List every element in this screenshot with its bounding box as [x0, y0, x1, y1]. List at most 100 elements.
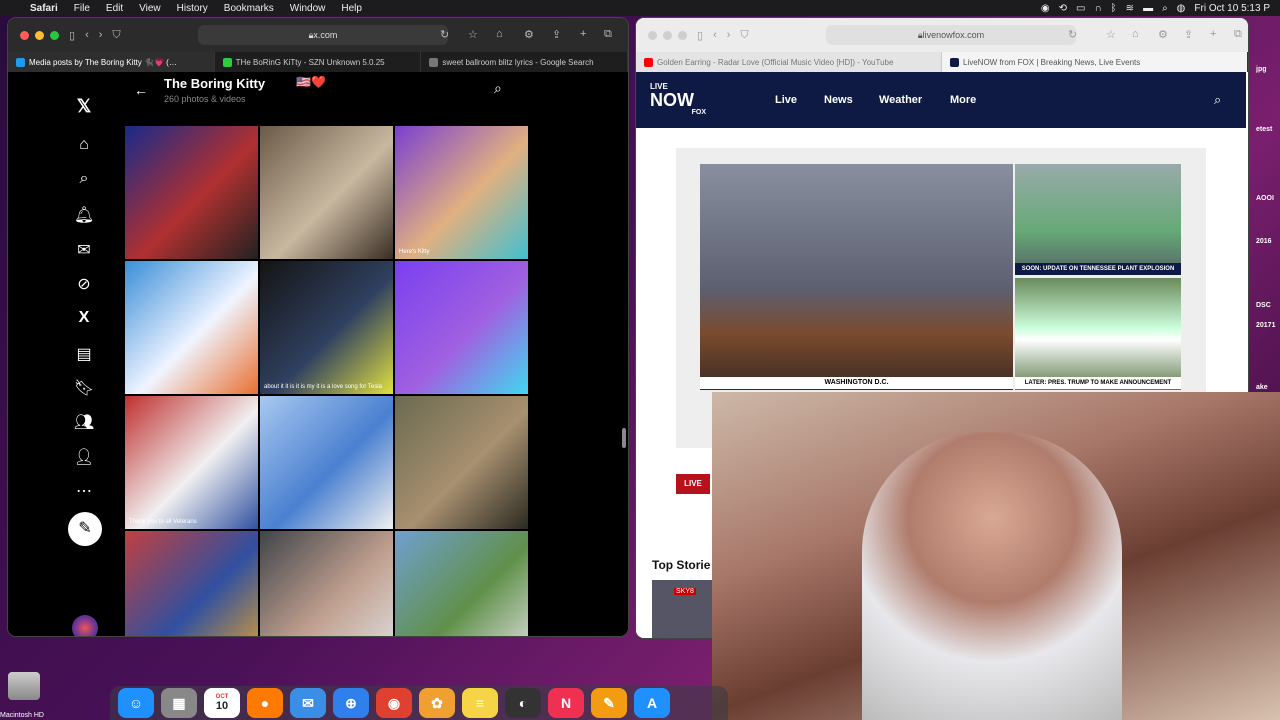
minimize-button[interactable]	[35, 30, 44, 40]
notifications-icon[interactable]: 🔔︎	[72, 205, 96, 225]
minimize-button[interactable]	[663, 30, 672, 40]
menu-help[interactable]: Help	[333, 3, 370, 14]
media-cats-field-collage[interactable]	[395, 531, 528, 636]
new-tab-icon[interactable]: +	[580, 28, 586, 40]
forward-icon[interactable]: ›	[727, 29, 731, 41]
premium-x-icon[interactable]: X	[72, 309, 96, 327]
media-chair-collage[interactable]	[125, 126, 258, 259]
dock-chrome-icon[interactable]: ◉	[376, 688, 412, 718]
media-framed-photos-wall[interactable]	[260, 126, 393, 259]
grok-icon[interactable]: ⊘	[72, 274, 96, 294]
address-bar[interactable]: 🔒︎ x.com	[198, 25, 448, 45]
side-video-feed-1[interactable]	[1015, 164, 1181, 274]
media-blue-cat-hug[interactable]	[260, 396, 393, 529]
dock-notes-icon[interactable]: ≡	[462, 688, 498, 718]
wifi-icon[interactable]: ≋	[1126, 3, 1134, 14]
communities-icon[interactable]: 👥︎	[72, 412, 96, 432]
home-toolbar-icon[interactable]: ⌂	[496, 28, 503, 40]
dock-mail-icon[interactable]: ✉	[290, 688, 326, 718]
story-thumbnail[interactable]: SKY8	[652, 580, 712, 638]
sidebar-toggle-icon[interactable]: ▯	[697, 29, 703, 42]
more-icon[interactable]: ⋯	[72, 481, 96, 501]
desktop-file-label[interactable]: jpg	[1256, 66, 1267, 73]
sidebar-toggle-icon[interactable]: ▯	[69, 29, 75, 42]
media-tattooed-woman[interactable]	[260, 531, 393, 636]
compose-post-button[interactable]: ✎	[68, 512, 102, 546]
share-icon[interactable]: ⇪	[1184, 28, 1193, 41]
new-tab-icon[interactable]: +	[1210, 28, 1216, 40]
star-icon[interactable]: ☆	[1106, 28, 1116, 41]
profile-search-icon[interactable]: ⌕	[494, 80, 502, 97]
media-selfie-with-cat[interactable]	[395, 396, 528, 529]
obs-status-icon[interactable]: ◉	[1041, 3, 1050, 14]
dock-pages-icon[interactable]: ✎	[591, 688, 627, 718]
home-toolbar-icon[interactable]: ⌂	[1132, 28, 1139, 40]
extensions-icon[interactable]: ⚙	[524, 28, 534, 41]
siri-icon[interactable]: ◍	[1177, 3, 1186, 14]
star-icon[interactable]: ☆	[468, 28, 478, 41]
tab-youtube-radar-love[interactable]: Golden Earring - Radar Love (Official Mu…	[636, 52, 942, 72]
side-video-feed-2[interactable]	[1015, 278, 1181, 390]
menu-window[interactable]: Window	[282, 3, 334, 14]
nav-weather[interactable]: Weather	[879, 94, 922, 106]
back-icon[interactable]: ‹	[713, 29, 717, 41]
tab-overview-icon[interactable]: ⧉	[1234, 28, 1242, 41]
home-icon[interactable]: ⌂	[72, 136, 96, 154]
headphones-icon[interactable]: ∩	[1094, 3, 1101, 14]
dock-launchpad-icon[interactable]: ▦	[161, 688, 197, 718]
screen-mirror-icon[interactable]: ▭	[1076, 3, 1085, 14]
media-love-song-screenshot[interactable]: about it it is it is my it is a love son…	[260, 261, 393, 394]
lists-icon[interactable]: ▤	[72, 344, 96, 364]
media-cinderella-cat[interactable]	[125, 261, 258, 394]
reload-icon[interactable]: ↻	[1068, 28, 1077, 41]
share-icon[interactable]: ⇪	[552, 28, 561, 41]
tab-google-search[interactable]: sweet ballroom blitz lyrics - Google Sea…	[421, 52, 628, 72]
account-avatar[interactable]	[72, 615, 98, 636]
back-arrow-icon[interactable]: ←	[134, 82, 148, 98]
nav-live[interactable]: Live	[775, 94, 797, 106]
menu-bookmarks[interactable]: Bookmarks	[216, 3, 282, 14]
clock[interactable]: Fri Oct 10 5:13 P	[1194, 3, 1270, 14]
desktop-file-label[interactable]: DSC	[1256, 302, 1271, 309]
tab-media-posts[interactable]: Media posts by The Boring Kitty 🐈‍⬛💗 (…	[8, 52, 215, 72]
spotlight-icon[interactable]: ⌕	[1162, 3, 1168, 14]
nav-news[interactable]: News	[824, 94, 853, 106]
reload-icon[interactable]: ↻	[440, 28, 449, 41]
bookmarks-icon[interactable]: 🔖︎	[72, 378, 96, 398]
forward-icon[interactable]: ›	[99, 29, 103, 41]
desktop-file-label[interactable]: 2016	[1256, 238, 1272, 245]
desktop-file-label[interactable]: ake	[1256, 384, 1268, 391]
control-center-icon[interactable]: ▬	[1143, 3, 1153, 14]
menu-edit[interactable]: Edit	[98, 3, 131, 14]
tab-livenow-fox[interactable]: LiveNOW from FOX | Breaking News, Live E…	[942, 52, 1248, 72]
shield-icon[interactable]: ⛉	[740, 29, 748, 42]
dock-safari-icon[interactable]: ⊕	[333, 688, 369, 718]
dock-obs-icon[interactable]: ◐	[505, 688, 541, 718]
livenow-logo[interactable]: LIVE NOW FOX	[650, 82, 706, 118]
address-bar[interactable]: 🔒︎ livenowfox.com	[826, 25, 1076, 45]
scrollbar[interactable]	[622, 428, 626, 448]
media-thank-you-veterans[interactable]: Thank you to all Veterans	[125, 396, 258, 529]
media-text-gradient-post[interactable]	[395, 261, 528, 394]
shield-icon[interactable]: ⛉	[112, 29, 120, 42]
close-button[interactable]	[20, 30, 29, 40]
back-icon[interactable]: ‹	[85, 29, 89, 41]
zoom-button[interactable]	[678, 30, 687, 40]
messages-icon[interactable]: ✉	[72, 240, 96, 260]
live-badge[interactable]: LIVE	[676, 474, 710, 494]
extensions-icon[interactable]: ⚙	[1158, 28, 1168, 41]
dock-photos-icon[interactable]: ✿	[419, 688, 455, 718]
zoom-button[interactable]	[50, 30, 59, 40]
tab-szn-unknown[interactable]: THe BoRinG KiTty - SZN Unknown 5.0.25	[215, 52, 422, 72]
dock-app-store-icon[interactable]: A	[634, 688, 670, 718]
dock-firefox-icon[interactable]: ●	[247, 688, 283, 718]
menu-view[interactable]: View	[131, 3, 169, 14]
x-logo-icon[interactable]: 𝕏	[72, 96, 96, 117]
profile-icon[interactable]: 👤︎	[72, 447, 96, 467]
dock-news-icon[interactable]: N	[548, 688, 584, 718]
search-icon[interactable]: ⌕	[72, 170, 96, 188]
site-search-icon[interactable]: ⌕	[1214, 92, 1221, 108]
tab-overview-icon[interactable]: ⧉	[604, 28, 612, 41]
dock-calendar-icon[interactable]: OCT 10	[204, 688, 240, 718]
nav-more[interactable]: More	[950, 94, 976, 106]
